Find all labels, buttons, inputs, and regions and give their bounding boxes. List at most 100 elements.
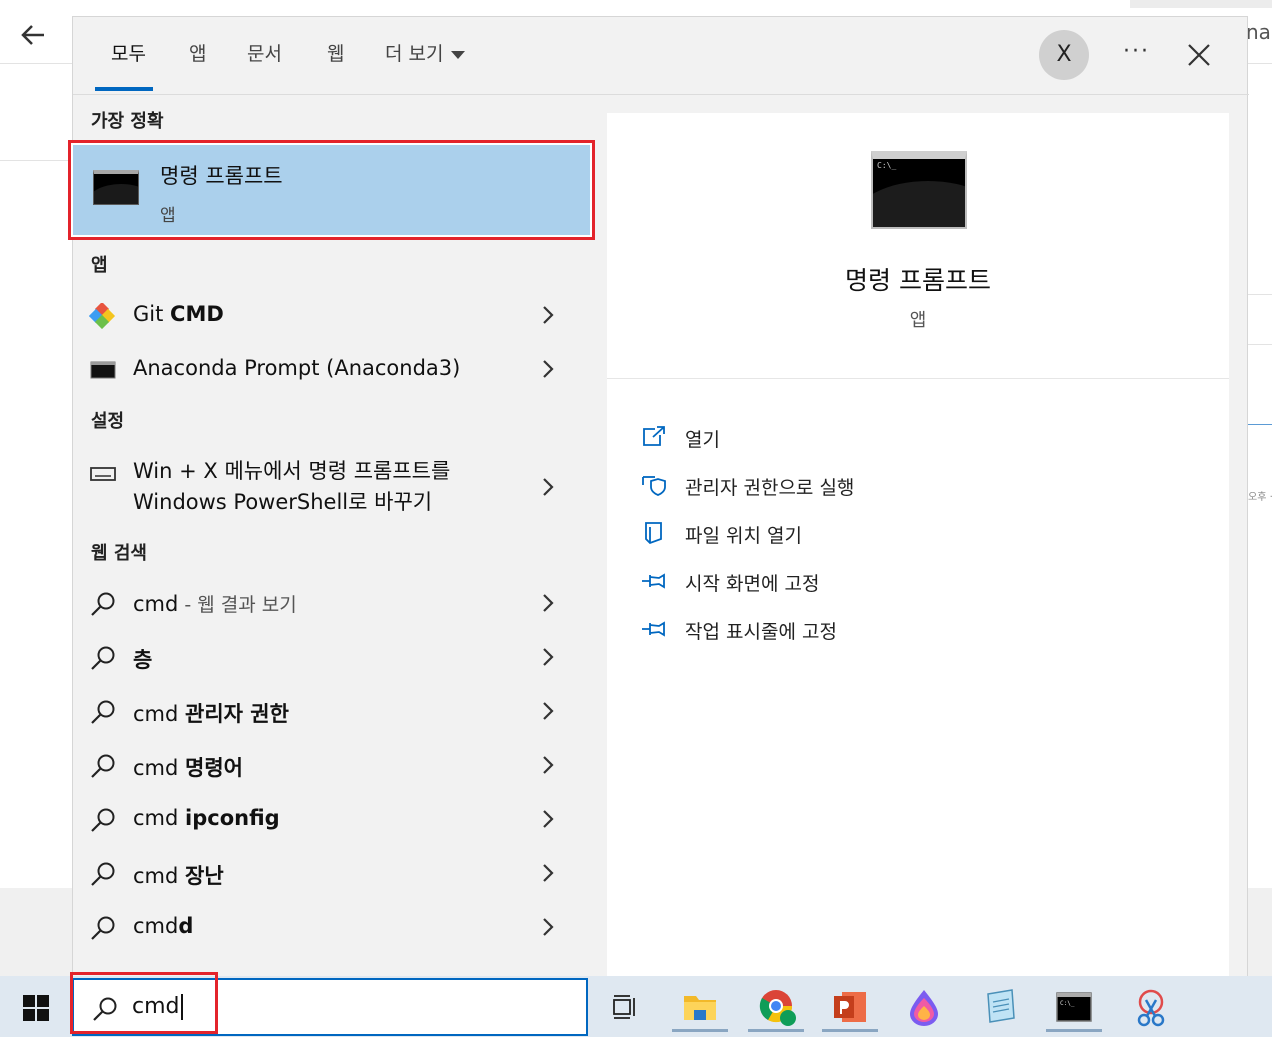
keyboard-icon	[90, 467, 116, 481]
action-run-as-admin[interactable]: 관리자 권한으로 실행	[641, 467, 1201, 507]
search-icon	[91, 916, 115, 940]
search-highlight-annotation	[70, 972, 218, 1034]
best-match-subtitle: 앱	[160, 206, 176, 226]
section-title-settings: 설정	[91, 411, 125, 432]
active-tab-indicator	[95, 87, 153, 91]
taskbar-paint[interactable]	[892, 982, 956, 1032]
search-panel: 모두 앱 문서 웹 더 보기 X ··· 가장 정확 명령 프롬프트 앱 앱 G…	[68, 16, 1249, 977]
action-label: 열기	[685, 429, 720, 451]
list-item-label: Win + X 메뉴에서 명령 프롬프트를 Windows PowerShell로…	[133, 459, 451, 514]
notepad-icon	[987, 989, 1015, 1023]
snipping-tool-icon	[1137, 989, 1165, 1027]
web-result-item[interactable]: cmd 관리자 권한	[73, 686, 585, 738]
running-indicator	[672, 1029, 728, 1032]
tab-documents[interactable]: 문서	[247, 39, 282, 66]
back-arrow-icon[interactable]	[18, 20, 48, 50]
pin-icon	[642, 573, 665, 589]
detail-subtitle: 앱	[909, 310, 927, 331]
action-label: 파일 위치 열기	[685, 525, 802, 547]
running-indicator	[822, 1029, 878, 1032]
action-pin-to-start[interactable]: 시작 화면에 고정	[641, 563, 1201, 603]
search-icon	[91, 808, 115, 832]
browser-tab-strip	[1130, 0, 1272, 8]
command-prompt-icon	[871, 151, 967, 229]
avatar[interactable]: X	[1039, 30, 1089, 80]
search-icon	[91, 754, 115, 778]
web-result-item[interactable]: cmd - 웹 결과 보기	[73, 578, 585, 630]
section-title-web-search: 웹 검색	[91, 543, 147, 564]
best-match-title: 명령 프롬프트	[160, 164, 283, 188]
web-result-item[interactable]: cmd 장난	[73, 848, 585, 900]
web-result-item[interactable]: cmdd	[73, 902, 585, 954]
running-indicator	[1046, 1029, 1102, 1032]
list-item-git-cmd[interactable]: Git CMD	[73, 290, 585, 342]
tab-more[interactable]: 더 보기	[385, 39, 466, 66]
chevron-right-icon	[543, 594, 554, 612]
chevron-right-icon	[543, 756, 554, 774]
section-title-best-match: 가장 정확	[91, 111, 164, 132]
paint-icon	[910, 990, 938, 1026]
file-location-icon	[645, 522, 662, 545]
list-item-label: Anaconda Prompt (Anaconda3)	[133, 356, 461, 380]
chevron-right-icon	[543, 648, 554, 666]
console-icon	[90, 361, 116, 379]
open-icon	[643, 426, 665, 446]
chevron-right-icon	[543, 360, 554, 378]
taskbar-powerpoint[interactable]	[818, 982, 882, 1032]
action-pin-to-taskbar[interactable]: 작업 표시줄에 고정	[641, 611, 1201, 651]
web-result-item[interactable]: cmd ipconfig	[73, 794, 585, 846]
task-view-icon	[613, 995, 635, 1019]
close-icon[interactable]	[1185, 41, 1213, 69]
divider	[0, 160, 72, 161]
chevron-down-icon	[451, 50, 466, 59]
list-item-label: cmd ipconfig	[133, 806, 280, 830]
windows-start-icon[interactable]	[22, 994, 50, 1022]
running-indicator	[748, 1029, 804, 1032]
taskbar-notepad[interactable]	[968, 982, 1032, 1032]
action-label: 관리자 권한으로 실행	[685, 477, 855, 499]
search-icon	[91, 646, 115, 670]
action-label: 작업 표시줄에 고정	[685, 621, 837, 643]
command-prompt-icon: C:\_	[1056, 992, 1092, 1022]
list-item-label: cmdd	[133, 914, 194, 938]
git-icon	[89, 303, 116, 329]
taskbar-chrome[interactable]	[744, 982, 808, 1032]
svg-text:C:\_: C:\_	[1060, 1000, 1075, 1007]
chrome-icon	[759, 990, 796, 1026]
chevron-right-icon	[543, 864, 554, 882]
list-item-label: cmd 관리자 권한	[133, 702, 289, 726]
detail-title: 명령 프롬프트	[845, 266, 991, 295]
chevron-right-icon	[543, 702, 554, 720]
chevron-right-icon	[543, 918, 554, 936]
more-options-button[interactable]: ···	[1123, 39, 1150, 64]
web-result-item[interactable]: 층	[73, 632, 585, 684]
list-item-label: 층	[133, 648, 153, 672]
list-item-settings-powershell[interactable]: Win + X 메뉴에서 명령 프롬프트를 Windows PowerShell로…	[73, 452, 585, 522]
file-explorer-icon	[684, 996, 716, 1020]
taskbar-command-prompt[interactable]: C:\_	[1042, 982, 1106, 1032]
tab-all[interactable]: 모두	[111, 39, 146, 66]
web-result-item[interactable]: cmd 명령어	[73, 740, 585, 792]
background-window-footer	[1248, 888, 1272, 976]
search-icon	[91, 700, 115, 724]
background-window-text: nag	[1246, 20, 1272, 44]
taskbar-snipping-tool[interactable]	[1118, 982, 1182, 1032]
search-icon	[91, 862, 115, 886]
chevron-right-icon	[543, 478, 554, 496]
command-prompt-icon	[93, 170, 139, 205]
tab-apps[interactable]: 앱	[189, 39, 206, 66]
detail-header: 명령 프롬프트 앱	[607, 113, 1229, 379]
taskbar-file-explorer[interactable]	[668, 982, 732, 1032]
list-item-anaconda-prompt[interactable]: Anaconda Prompt (Anaconda3)	[73, 344, 585, 396]
chevron-right-icon	[543, 810, 554, 828]
best-match-item[interactable]: 명령 프롬프트 앱	[68, 140, 595, 240]
action-label: 시작 화면에 고정	[685, 573, 820, 595]
list-item-label: Git CMD	[133, 302, 224, 326]
action-open-file-location[interactable]: 파일 위치 열기	[641, 515, 1201, 555]
tab-web[interactable]: 웹	[327, 39, 344, 66]
task-view-button[interactable]	[594, 982, 658, 1032]
action-open[interactable]: 열기	[641, 419, 1201, 459]
background-window-edge: 오후 ·	[1248, 64, 1272, 888]
list-item-label: cmd - 웹 결과 보기	[133, 592, 297, 616]
background-window-small-text: 오후 ·	[1248, 492, 1272, 503]
